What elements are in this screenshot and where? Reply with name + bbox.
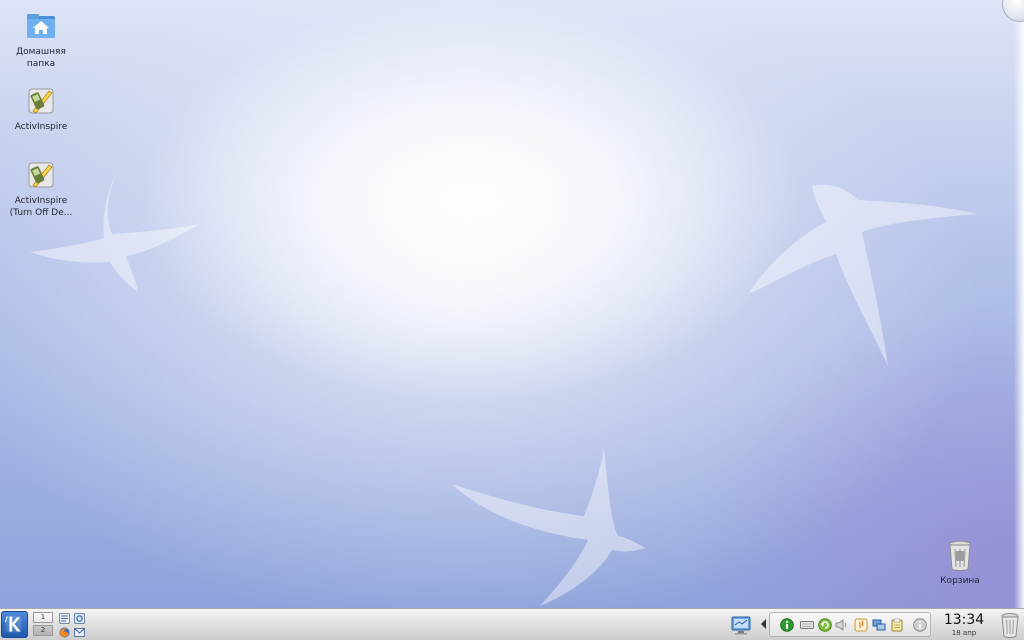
desktop-edge-highlight <box>1014 0 1024 608</box>
desktop[interactable]: Домашняя папка ActivInspire ActivInspire… <box>0 0 1024 608</box>
notifications-icon[interactable] <box>913 618 927 632</box>
clock-date: 18 апр <box>951 629 977 637</box>
desktop-icon-activinspire[interactable]: ActivInspire <box>1 83 81 133</box>
desktop-icon-home-folder[interactable]: Домашняя папка <box>1 8 81 70</box>
desktop-icon-label: Корзина <box>940 576 980 586</box>
desktop-icon-label: ActivInspire (Turn Off De... <box>9 196 73 218</box>
java-icon[interactable] <box>854 618 868 632</box>
activinspire-icon <box>28 162 54 188</box>
desktop-icon-activinspire-turn-off[interactable]: ActivInspire (Turn Off De... <box>1 157 81 219</box>
clipboard-icon[interactable] <box>890 618 904 632</box>
update-icon[interactable] <box>818 618 832 632</box>
system-tray <box>769 612 931 637</box>
network-icon[interactable] <box>872 618 886 632</box>
kde-menu-button[interactable] <box>1 611 28 638</box>
volume-icon[interactable] <box>834 618 848 632</box>
home-folder-icon <box>27 14 55 38</box>
tray-expand-arrow-icon[interactable] <box>760 618 768 630</box>
info-green-icon[interactable] <box>780 618 794 632</box>
desktop-icon-trash[interactable]: Корзина <box>920 537 1000 587</box>
desktop-icon-label: Домашняя папка <box>16 47 66 69</box>
pager-desktop-2[interactable]: 2 <box>33 625 53 636</box>
show-desktop-icon[interactable] <box>730 612 752 637</box>
file-manager-icon[interactable] <box>59 613 70 624</box>
mail-icon[interactable] <box>74 627 85 638</box>
pager-desktop-1[interactable]: 1 <box>33 612 53 623</box>
desktop-icon-label: ActivInspire <box>14 122 68 132</box>
swallow-wallpaper-graphic <box>30 174 978 606</box>
taskbar: 1 2 13:34 18 апр <box>0 608 1024 640</box>
clock-time: 13:34 <box>943 612 985 628</box>
trash-icon <box>949 540 971 571</box>
kde-k-menu-icon <box>5 615 22 633</box>
trash-icon[interactable] <box>998 611 1022 638</box>
virtual-desktop-pager: 1 2 <box>33 612 53 637</box>
system-settings-icon[interactable] <box>74 613 85 624</box>
digital-clock[interactable]: 13:34 18 апр <box>936 609 992 640</box>
firefox-icon[interactable] <box>59 627 70 638</box>
keyboard-icon[interactable] <box>800 618 814 632</box>
activinspire-icon <box>28 88 54 114</box>
